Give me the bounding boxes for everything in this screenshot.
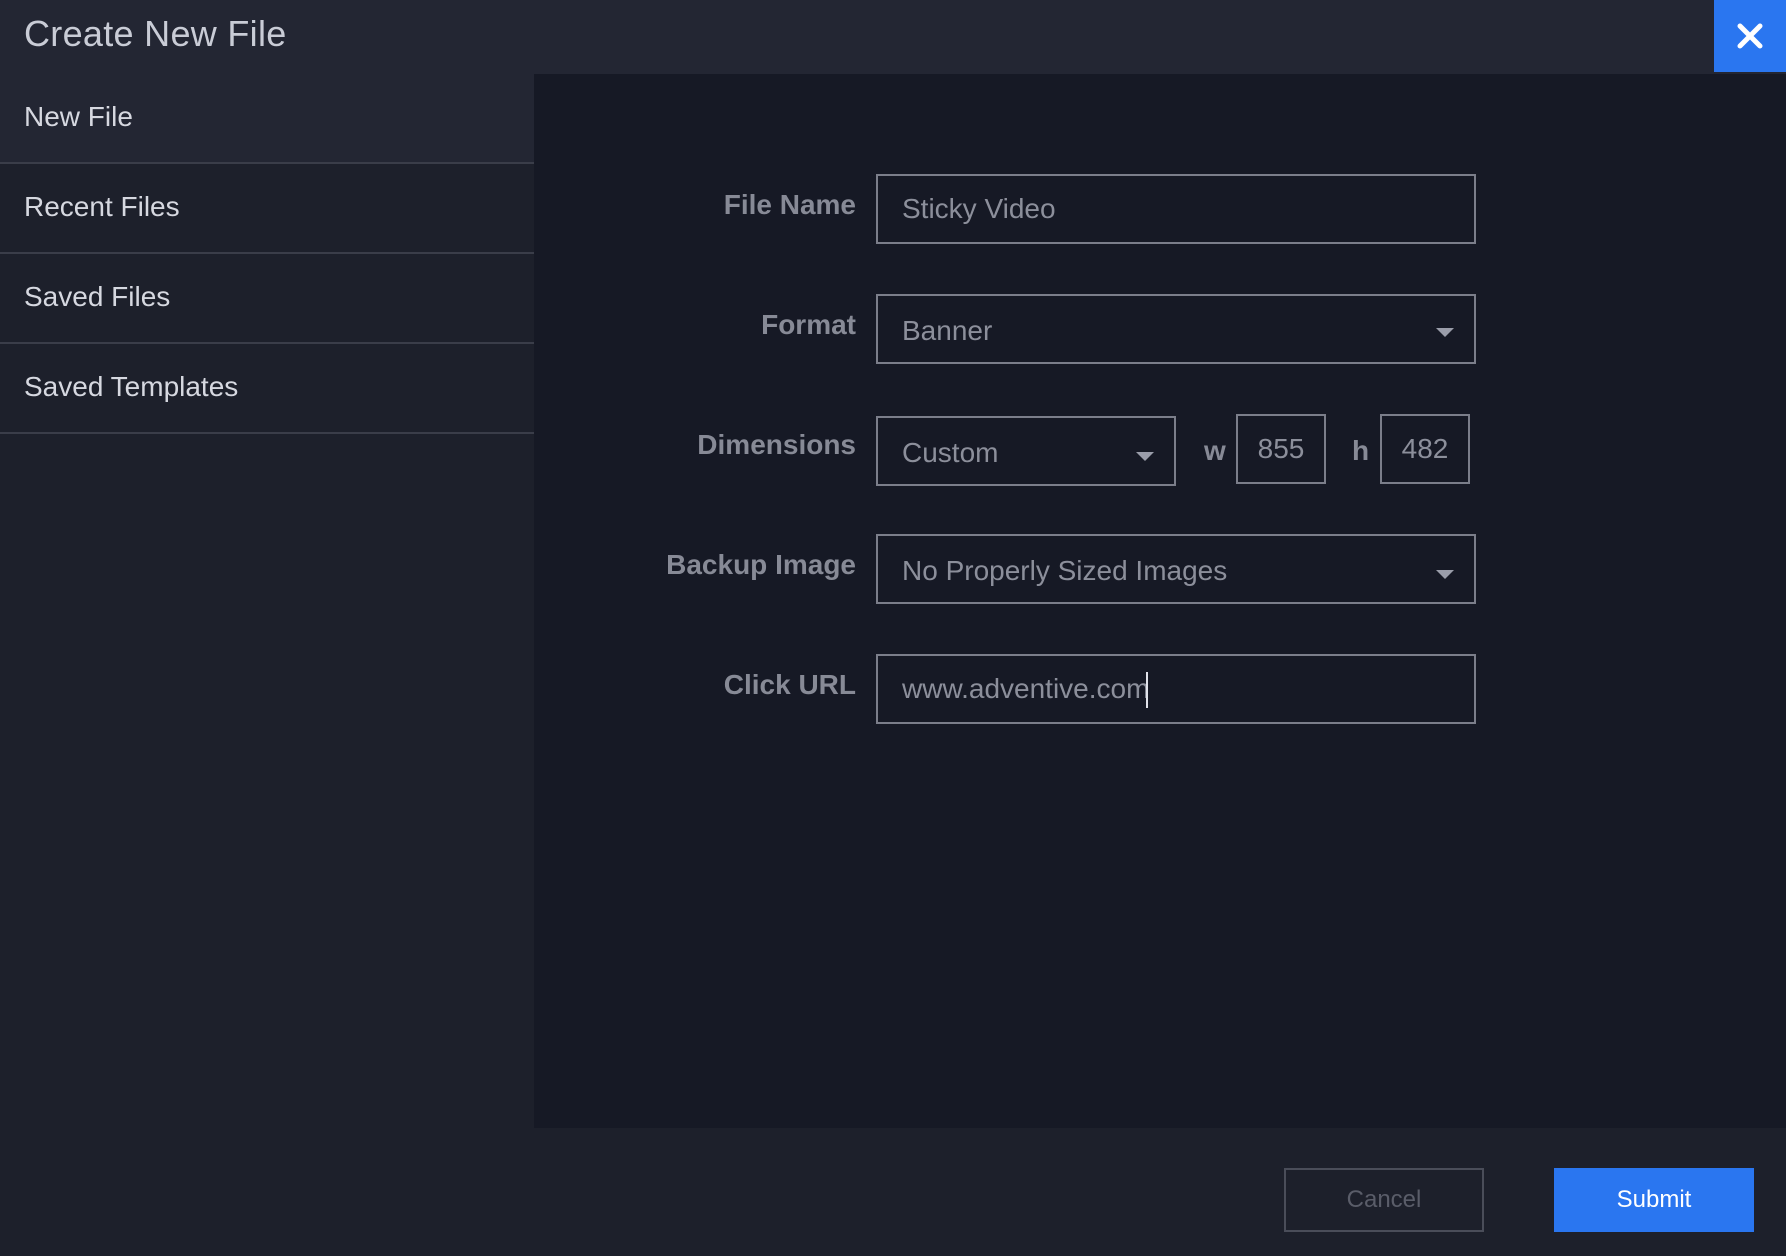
click-url-field[interactable] xyxy=(876,654,1476,724)
file-name-input[interactable] xyxy=(878,176,1474,242)
close-icon xyxy=(1737,23,1763,49)
format-select-value: Banner xyxy=(902,315,993,346)
sidebar: New File Recent Files Saved Files Saved … xyxy=(0,74,534,1256)
height-input[interactable] xyxy=(1382,416,1468,482)
dimensions-preset-value: Custom xyxy=(902,437,999,468)
backup-image-label: Backup Image xyxy=(666,549,856,580)
file-name-field[interactable] xyxy=(876,174,1476,244)
sidebar-item-new-file[interactable]: New File xyxy=(0,74,534,164)
format-label: Format xyxy=(761,309,856,340)
sidebar-item-saved-templates[interactable]: Saved Templates xyxy=(0,344,534,434)
sidebar-item-recent-files[interactable]: Recent Files xyxy=(0,164,534,254)
text-cursor xyxy=(1146,672,1148,708)
sidebar-item-label: New File xyxy=(24,101,133,132)
dimensions-preset-select[interactable]: Custom xyxy=(876,416,1176,486)
submit-button[interactable]: Submit xyxy=(1554,1168,1754,1232)
format-select[interactable]: Banner xyxy=(876,294,1476,364)
sidebar-item-saved-files[interactable]: Saved Files xyxy=(0,254,534,344)
height-input-box[interactable] xyxy=(1380,414,1470,484)
chevron-down-icon xyxy=(1136,452,1154,461)
sidebar-item-label: Saved Templates xyxy=(24,371,239,402)
sidebar-item-label: Recent Files xyxy=(24,191,180,222)
chevron-down-icon xyxy=(1436,328,1454,337)
backup-image-value: No Properly Sized Images xyxy=(902,555,1228,586)
dialog-title: Create New File xyxy=(24,13,287,54)
height-label: h xyxy=(1352,435,1370,466)
file-name-label: File Name xyxy=(723,189,856,220)
click-url-label: Click URL xyxy=(723,669,856,700)
backup-image-select[interactable]: No Properly Sized Images xyxy=(876,534,1476,604)
width-input-box[interactable] xyxy=(1236,414,1326,484)
chevron-down-icon xyxy=(1436,570,1454,579)
click-url-input[interactable] xyxy=(878,656,1474,722)
width-label: w xyxy=(1204,435,1226,466)
main-panel: File Name Format Banner Dimensions Custo… xyxy=(534,74,1786,1128)
dimensions-label: Dimensions xyxy=(697,429,856,460)
dialog-header: Create New File xyxy=(0,0,1786,74)
cancel-button[interactable]: Cancel xyxy=(1284,1168,1484,1232)
create-file-dialog: Create New File New File Recent Files Sa… xyxy=(0,0,1786,1256)
sidebar-item-label: Saved Files xyxy=(24,281,171,312)
width-input[interactable] xyxy=(1238,416,1324,482)
close-button[interactable] xyxy=(1714,0,1786,72)
